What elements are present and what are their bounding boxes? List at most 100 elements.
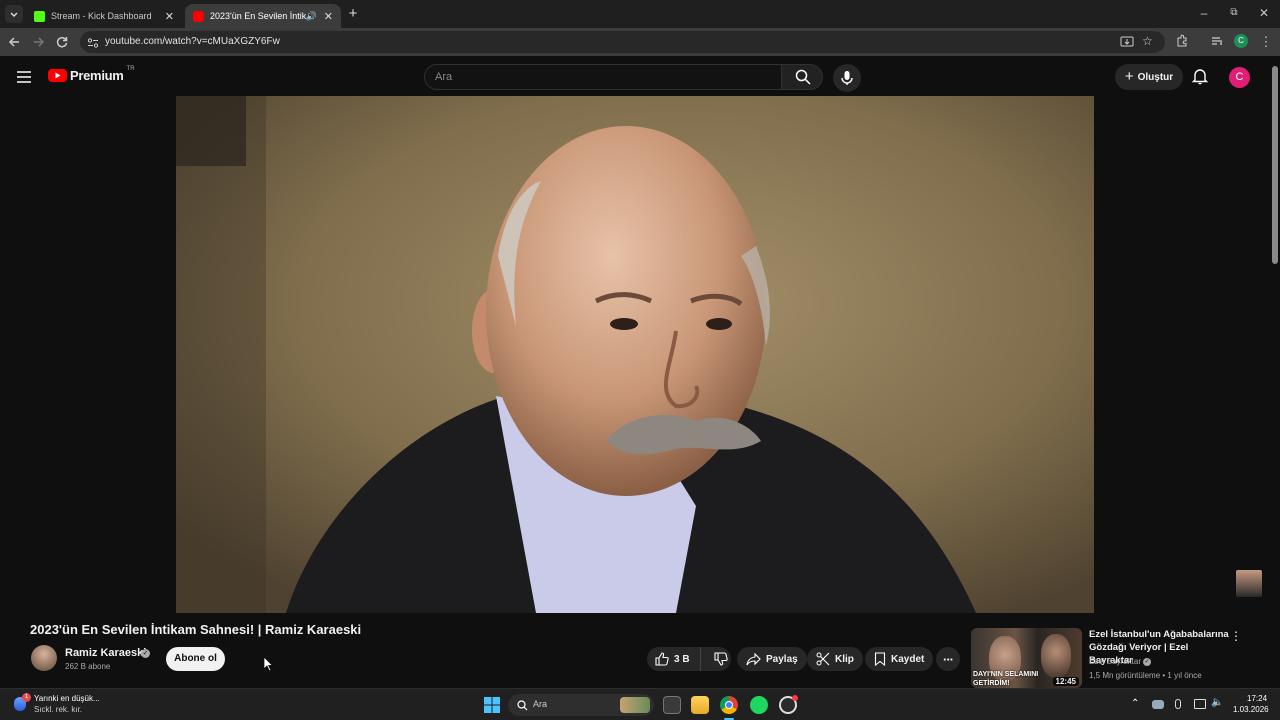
search-icon [517,700,528,711]
voice-search-button[interactable] [833,64,861,92]
subscribe-button[interactable]: Abone ol [166,647,225,671]
file-explorer-icon[interactable] [691,696,709,714]
like-button[interactable]: 3 B [647,647,701,671]
recommended-channel-name[interactable]: Ezel Bayraktar [1089,657,1141,666]
create-button[interactable]: + Oluştur [1115,64,1183,90]
clock-time[interactable]: 17:24 [1247,694,1267,703]
recommended-video-thumbnail[interactable]: DAYI'NIN SELAMINI GETİRDİM! 12:45 [971,628,1082,688]
youtube-header: Premium TR Ara + Oluştur C [0,56,1280,96]
mouse-cursor-icon [263,656,274,676]
chrome-taskbar-icon[interactable] [720,696,738,714]
forward-icon[interactable] [30,34,46,50]
close-tab-icon[interactable]: ✕ [165,10,174,23]
youtube-logo[interactable]: Premium TR [48,65,135,83]
install-app-icon[interactable] [1120,35,1134,54]
tab-youtube-video[interactable]: 2023'ün En Sevilen İntikam 🔊 ✕ [185,4,341,28]
restore-window-icon[interactable]: ⧉ [1226,5,1242,21]
media-controls-icon[interactable] [1209,34,1225,50]
share-arrow-icon [746,652,761,665]
weather-line-2: Sıckl. rek. kır. [34,705,83,714]
logo-premium-text: Premium [70,68,124,83]
logo-region-code: TR [126,65,135,72]
thumbs-down-icon [714,652,728,666]
recommended-video-meta: 1,5 Mn görüntüleme • 1 yıl önce [1089,671,1202,680]
recommendation-menu-icon[interactable]: ⋮ [1230,629,1242,643]
tab-title: 2023'ün En Sevilen İntikam [210,11,306,21]
microphone-icon [841,71,853,85]
weather-line-1: Yarınki en düşük... [34,694,100,703]
kick-favicon-icon [34,10,45,22]
back-icon[interactable] [7,34,23,50]
bookmark-icon [874,652,886,666]
scrollbar-thumb[interactable] [1272,66,1278,264]
like-dislike-group: 3 B [647,647,731,671]
windows-start-icon[interactable] [483,696,501,714]
spotify-icon[interactable] [750,696,768,714]
youtube-play-logo-icon [48,69,67,82]
clock-date[interactable]: 1.03.2026 [1233,705,1269,714]
url-text: youtube.com/watch?v=cMUaXGZY6Fw [105,36,280,47]
guide-menu-icon[interactable] [17,70,31,88]
verified-check-icon: ✓ [1143,658,1151,666]
weather-alert-badge: 1 [22,693,31,702]
channel-avatar[interactable] [31,645,57,671]
account-avatar[interactable]: C [1229,67,1250,88]
video-duration: 12:45 [1052,677,1079,686]
search-highlight-icon [620,697,650,713]
tab-kick-dashboard[interactable]: Stream - Kick Dashboard ✕ [26,4,182,28]
reload-icon[interactable] [54,34,70,50]
search-input[interactable]: Ara [424,64,782,90]
more-dots-icon: ··· [943,651,954,667]
taskbar-search-label: Ara [533,699,548,709]
volume-icon[interactable]: 🔈 [1211,697,1223,708]
plus-icon: + [1124,68,1134,85]
tab-audio-icon[interactable]: 🔊 [306,11,317,22]
browser-menu-icon[interactable]: ⋮ [1258,34,1274,50]
share-label: Paylaş [766,653,798,665]
video-player[interactable] [176,96,1094,613]
video-frame-man-portrait [176,96,1094,613]
extensions-icon[interactable] [1174,34,1190,50]
taskbar-search[interactable]: Ara [508,694,654,716]
dislike-button[interactable] [706,647,728,671]
bookmark-star-icon[interactable]: ☆ [1142,34,1153,48]
verified-check-icon: ✓ [141,649,150,658]
site-settings-icon[interactable] [87,36,99,54]
weather-widget[interactable]: 1 Yarınki en düşük... Sıckl. rek. kır. [12,693,122,717]
search-placeholder: Ara [435,71,453,83]
channel-mini-avatar[interactable] [1236,570,1262,597]
clip-label: Klip [835,653,854,665]
network-icon[interactable] [1194,699,1206,709]
save-button[interactable]: Kaydet [865,647,934,671]
save-label: Kaydet [891,653,925,665]
share-button[interactable]: Paylaş [737,647,807,671]
close-tab-icon[interactable]: ✕ [324,10,333,23]
clip-button[interactable]: Klip [807,647,863,671]
scissors-icon [816,652,830,666]
chrome-center-dot [725,701,733,709]
channel-name[interactable]: Ramiz Karaeski [65,647,146,659]
create-label: Oluştur [1137,71,1174,83]
minimize-window-icon[interactable]: – [1196,5,1212,21]
close-window-icon[interactable]: ✕ [1256,5,1272,21]
profile-avatar-icon[interactable]: C [1234,34,1248,48]
address-bar[interactable]: youtube.com/watch?v=cMUaXGZY6Fw ☆ [80,31,1165,53]
video-title: 2023'ün En Sevilen İntikam Sahnesi! | Ra… [30,622,362,637]
tray-app-icon[interactable] [1152,700,1164,709]
windows-taskbar: 1 Yarınki en düşük... Sıckl. rek. kır. A… [0,688,1280,720]
browser-tab-strip: Stream - Kick Dashboard ✕ 2023'ün En Sev… [0,0,1280,28]
thumbnail-caption: DAYI'NIN SELAMINI GETİRDİM! [973,671,1039,687]
new-tab-icon[interactable]: + [345,6,361,22]
subscriber-count: 262 B abone [65,662,111,671]
task-view-icon[interactable] [663,696,681,714]
microphone-tray-icon[interactable] [1175,699,1181,709]
more-actions-button[interactable]: ··· [936,647,960,671]
tab-search-chevron-icon[interactable] [5,5,23,23]
search-icon [795,69,811,85]
thumbs-up-icon [655,652,669,666]
like-count: 3 B [674,653,690,665]
youtube-favicon-icon [193,10,204,22]
search-button[interactable] [781,64,823,90]
notifications-bell-icon[interactable] [1191,68,1209,90]
tray-overflow-icon[interactable]: ⌃ [1131,698,1139,709]
